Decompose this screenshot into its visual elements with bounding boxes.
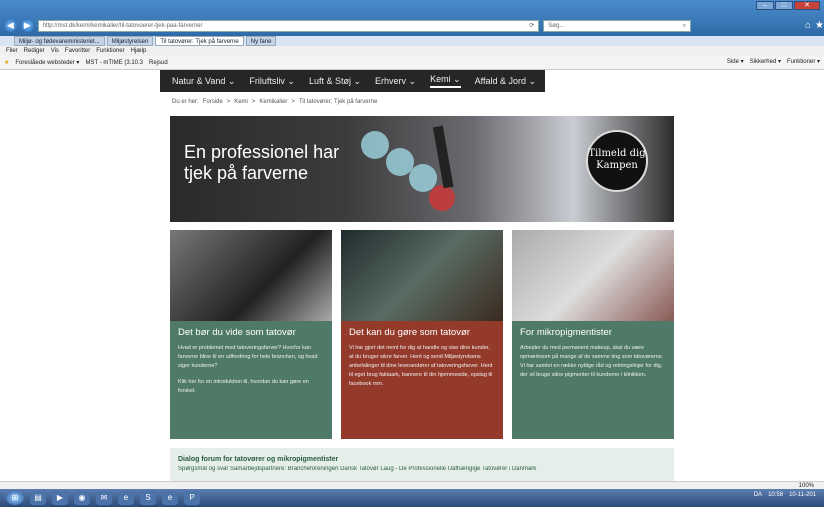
campaign-badge[interactable]: Tilmeld dig Kampen [586,130,648,192]
nav-erhverv[interactable]: Erhverv ⌄ [375,76,416,87]
fav-mst-mtime[interactable]: MST - mTIME (3.10.3 [85,60,143,66]
favorites-bar: ★ Foreslåede websteder ▾ MST - mTIME (3.… [0,56,824,70]
system-tray: DA 10:58 10-11-201 [754,492,816,498]
skype-icon[interactable]: S [140,491,156,505]
favorites-star-icon[interactable]: ★ [815,20,824,31]
windows-taskbar: ⊞ ▤ ▶ ◉ ✉ e S e P DA 10:58 10-11-201 [0,489,824,507]
tab-bar: Miljø- og fødevareministeriet... Miljøst… [0,36,824,46]
menu-file[interactable]: Filer [6,46,18,56]
nav-kemi[interactable]: Kemi ⌄ [430,74,461,88]
nav-friluftsliv[interactable]: Friluftsliv ⌄ [249,76,295,87]
breadcrumb-label: Du er her: [172,99,199,105]
favorites-star-icon: ★ [4,60,10,66]
card-body: Det kan du gøre som tatovør Vi har gjort… [341,321,503,439]
menu-view[interactable]: Vis [51,46,59,56]
nav-affald-jord[interactable]: Affald & Jord ⌄ [475,76,536,87]
fav-rejsud[interactable]: Rejsud [149,60,168,66]
browser-titlebar: – □ ✕ ◀ ▶ http://mst.dk/kemi/kemikalier/… [0,0,824,36]
dialog-forum-section: Dialog forum for tatovører og mikropigme… [170,448,674,481]
menu-favorites[interactable]: Favoritter [65,46,90,56]
url-text: http://mst.dk/kemi/kemikalier/til-tatovo… [42,22,203,29]
maximize-button[interactable]: □ [775,1,793,10]
outlook-icon[interactable]: ✉ [96,491,112,505]
cmd-safety[interactable]: Sikkerhed ▾ [750,58,781,65]
card-image-tattooed-man [341,230,503,321]
powerpoint-icon[interactable]: P [184,491,200,505]
site-navigation: Natur & Vand ⌄ Friluftsliv ⌄ Luft & Støj… [160,70,545,92]
start-button[interactable]: ⊞ [6,491,24,505]
tab-miljostyrelsen[interactable]: Miljøstyrelsen [106,36,154,46]
fav-suggested-sites[interactable]: Foreslåede websteder ▾ [15,59,79,66]
card-title: Det bør du vide som tatovør [178,327,296,338]
card-text: Vi har gjort det nemt for dig at handle … [349,345,493,387]
home-icon[interactable]: ⌂ [805,20,811,31]
tab-new[interactable]: Ny fane [245,36,277,46]
minimize-button[interactable]: – [756,1,774,10]
address-bar[interactable]: http://mst.dk/kemi/kemikalier/til-tatovo… [37,19,540,32]
tab-ministry[interactable]: Miljø- og fødevareministeriet... [14,36,105,46]
cmd-page[interactable]: Side ▾ [727,58,744,65]
explorer-icon[interactable]: ▤ [30,491,46,505]
card-image-tattooed-arms [170,230,332,321]
breadcrumb-kemi[interactable]: Kemi [234,99,248,105]
hero-line-1: En professionel har [184,142,340,162]
menu-bar: Filer Rediger Vis Favoritter Funktioner … [0,46,824,56]
nav-luft-stoj[interactable]: Luft & Støj ⌄ [309,76,361,87]
card-title: Det kan du gøre som tatovør [349,327,470,338]
breadcrumb-kemikalier[interactable]: Kemikalier [259,99,287,105]
card-det-kan-du-gore[interactable]: Det kan du gøre som tatovør Vi har gjort… [341,230,503,439]
dialog-title[interactable]: Dialog forum for tatovører og mikropigme… [178,456,666,463]
hero-line-2: tjek på farverne [184,163,309,183]
address-row: ◀ ▶ http://mst.dk/kemi/kemikalier/til-ta… [4,18,824,33]
card-det-bor-du-vide[interactable]: Det bør du vide som tatovør Hvad er prob… [170,230,332,439]
menu-edit[interactable]: Rediger [24,46,45,56]
breadcrumb: Du er her: Forside > Kemi > Kemikalier >… [172,99,377,105]
breadcrumb-sep: > [251,99,256,105]
breadcrumb-forside[interactable]: Forside [203,99,223,105]
close-button[interactable]: ✕ [794,1,820,10]
card-body: Det bør du vide som tatovør Hvad er prob… [170,321,332,439]
ie-icon[interactable]: e [118,491,134,505]
card-text: Arbejder du med permanent makeup, skal d… [520,345,664,378]
nav-natur-vand[interactable]: Natur & Vand ⌄ [172,76,235,87]
card-text: Hvad er problemet med tatoveringsfarver?… [178,345,318,369]
card-title: For mikropigmentister [520,327,612,338]
hero-banner: En professionel har tjek på farverne Til… [170,116,674,222]
badge-line-1: Tilmeld dig [588,148,646,159]
breadcrumb-sep: > [226,99,231,105]
search-input[interactable]: Søg... ⌕ [543,19,691,32]
card-image-permanent-makeup [512,230,674,321]
breadcrumb-sep: > [291,99,295,105]
clock-time[interactable]: 10:58 [768,492,783,498]
card-body: For mikropigmentister Arbejder du med pe… [512,321,674,439]
card-text: Klik her for en introduktion til, hvorda… [178,379,309,394]
search-icon[interactable]: ⌕ [683,21,686,31]
card-mikropigmentister[interactable]: For mikropigmentister Arbejder du med pe… [512,230,674,439]
menu-tools[interactable]: Funktioner [96,46,124,56]
clock-date[interactable]: 10-11-201 [789,492,816,498]
language-indicator[interactable]: DA [754,492,762,498]
forward-button[interactable]: ▶ [20,19,34,32]
menu-help[interactable]: Hjælp [131,46,147,56]
media-player-icon[interactable]: ▶ [52,491,68,505]
command-bar: Side ▾ Sikkerhed ▾ Funktioner ▾ [727,58,820,65]
badge-line-2: Kampen [596,160,638,171]
tab-tatovoerer[interactable]: Til tatovører: Tjek på farverne [155,36,244,46]
cmd-tools[interactable]: Funktioner ▾ [787,58,820,65]
back-button[interactable]: ◀ [4,19,17,32]
status-bar: 100% [0,481,824,489]
breadcrumb-current: Til tatovører: Tjek på farverne [298,99,378,105]
search-placeholder: Søg... [548,22,565,29]
dialog-text[interactable]: Spørgsmål og svar Samarbejdspartnere: Br… [178,466,666,472]
refresh-icon[interactable]: ⟳ [529,21,534,31]
ie-active-icon[interactable]: e [162,491,178,505]
chrome-icon[interactable]: ◉ [74,491,90,505]
window-controls: – □ ✕ [756,1,820,10]
hero-headline: En professionel har tjek på farverne [184,142,339,184]
